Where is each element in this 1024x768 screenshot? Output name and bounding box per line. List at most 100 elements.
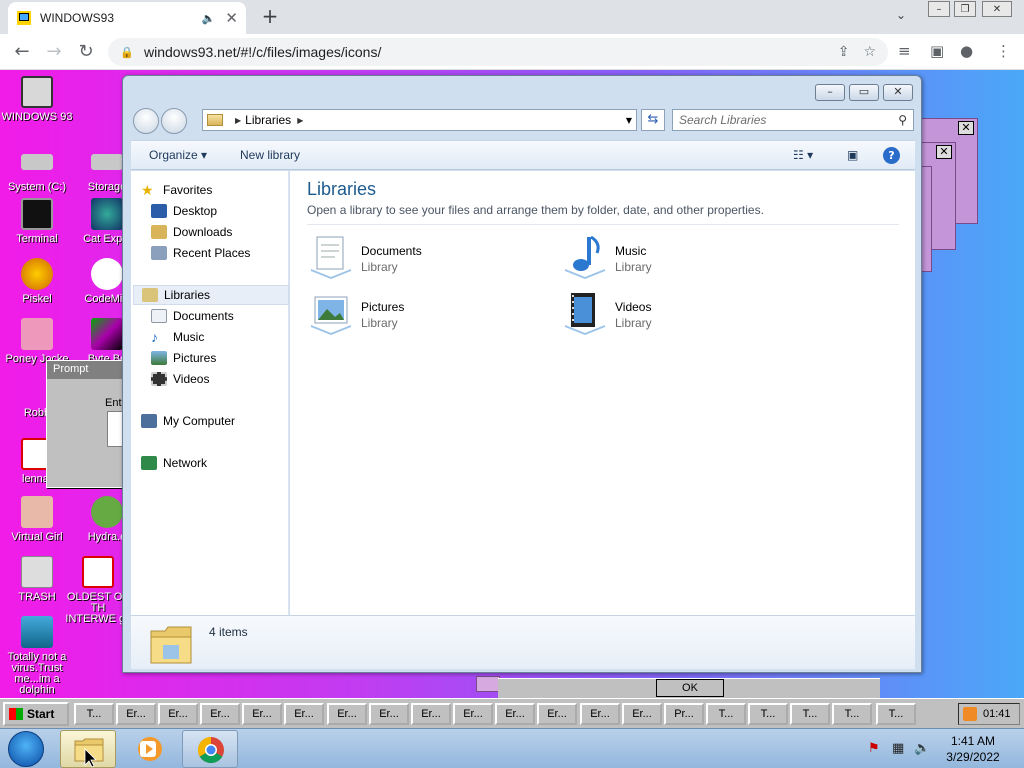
- forward-icon[interactable]: [161, 108, 187, 134]
- palette-icon: [21, 258, 53, 290]
- network-tray-icon[interactable]: ▦: [892, 741, 904, 756]
- share-icon[interactable]: ⇪: [838, 44, 850, 60]
- side-panel-icon[interactable]: ▣: [930, 42, 944, 60]
- nav-music[interactable]: ♪ Music: [151, 327, 307, 347]
- taskbar-window-button[interactable]: Er...: [369, 703, 409, 725]
- taskbar-window-button[interactable]: Er...: [495, 703, 535, 725]
- speaker-icon[interactable]: 🔈: [202, 12, 216, 25]
- preview-pane-icon[interactable]: ▣: [847, 148, 858, 162]
- desktop-icon-trash[interactable]: TRASH: [0, 556, 74, 603]
- new-tab-button[interactable]: +: [258, 5, 282, 29]
- close-icon[interactable]: ✕: [958, 121, 974, 135]
- back-icon[interactable]: [133, 108, 159, 134]
- nav-recent-places[interactable]: Recent Places: [151, 243, 307, 263]
- taskbar-window-button[interactable]: Er...: [284, 703, 324, 725]
- library-item-videos[interactable]: Videos Library: [561, 287, 801, 337]
- reload-icon[interactable]: ↻: [74, 40, 98, 64]
- taskbar-window-button[interactable]: Er...: [622, 703, 662, 725]
- explorer-search-input[interactable]: Search Libraries ⚲: [672, 109, 914, 131]
- breadcrumb-chevron-icon[interactable]: ▶: [235, 116, 241, 125]
- volume-icon[interactable]: 🔈: [914, 741, 930, 756]
- system-clock[interactable]: 1:41 AM 3/29/2022: [940, 733, 1006, 765]
- nav-network[interactable]: Network: [141, 453, 297, 473]
- gif-file-icon: [82, 556, 114, 588]
- breadcrumb-chevron-icon[interactable]: ▶: [297, 116, 303, 125]
- taskbar-window-button[interactable]: Pr...: [664, 703, 704, 725]
- pinned-media-player-button[interactable]: [122, 730, 178, 768]
- nav-downloads[interactable]: Downloads: [151, 222, 307, 242]
- organize-button[interactable]: Organize ▾: [149, 148, 207, 162]
- nav-documents[interactable]: Documents: [151, 306, 307, 326]
- desktop-icon-virtual-girl[interactable]: Virtual Girl: [0, 496, 74, 543]
- url-text[interactable]: windows93.net/#!/c/files/images/icons/: [144, 44, 824, 60]
- maximize-button[interactable]: ▭: [849, 84, 879, 101]
- nav-pictures[interactable]: Pictures: [151, 348, 307, 368]
- tab-title: WINDOWS93: [40, 11, 115, 25]
- minimize-button[interactable]: –: [815, 84, 845, 101]
- desktop-icon-windows93[interactable]: WINDOWS 93: [0, 76, 74, 123]
- lock-icon[interactable]: 🔒: [120, 46, 134, 59]
- taskbar-window-button[interactable]: Er...: [242, 703, 282, 725]
- refresh-button[interactable]: ⇆: [641, 109, 665, 131]
- library-item-documents[interactable]: Documents Library: [307, 231, 547, 281]
- close-icon[interactable]: ✕: [936, 145, 952, 159]
- close-button[interactable]: ✕: [883, 84, 913, 101]
- nav-desktop[interactable]: Desktop: [151, 201, 307, 221]
- tab-search-icon[interactable]: ⌄: [896, 8, 906, 22]
- reading-list-icon[interactable]: ≡: [898, 42, 911, 60]
- search-icon[interactable]: ⚲: [898, 113, 907, 127]
- profile-avatar-icon[interactable]: ●: [960, 42, 973, 60]
- restore-browser-button[interactable]: ❐: [954, 1, 976, 17]
- taskbar-window-button[interactable]: Er...: [537, 703, 577, 725]
- desktop-icon-system-c[interactable]: System (C:): [0, 146, 74, 193]
- taskbar-window-button[interactable]: Er...: [200, 703, 240, 725]
- address-bar[interactable]: 🔒 windows93.net/#!/c/files/images/icons/…: [108, 38, 888, 66]
- library-item-pictures[interactable]: Pictures Library: [307, 287, 547, 337]
- taskbar-window-button[interactable]: Er...: [580, 703, 620, 725]
- pinned-explorer-button[interactable]: [60, 730, 116, 768]
- explorer-address-bar[interactable]: ▶ Libraries ▶ ▼: [202, 109, 637, 131]
- taskbar-window-button[interactable]: Er...: [158, 703, 198, 725]
- action-center-flag-icon[interactable]: ⚑: [868, 741, 880, 756]
- library-item-music[interactable]: Music Library: [561, 231, 801, 281]
- rss-icon[interactable]: [963, 707, 977, 721]
- explorer-titlebar[interactable]: – ▭ ✕: [123, 76, 921, 104]
- taskbar-window-button[interactable]: Er...: [327, 703, 367, 725]
- w93-clock[interactable]: 01:41: [958, 703, 1020, 725]
- taskbar-window-button[interactable]: T...: [876, 703, 916, 725]
- desktop-icon-terminal[interactable]: Terminal: [0, 198, 74, 245]
- taskbar-window-button[interactable]: T...: [832, 703, 872, 725]
- taskbar-window-button[interactable]: Er...: [453, 703, 493, 725]
- ok-button[interactable]: OK: [656, 679, 724, 697]
- view-options-icon[interactable]: ☷ ▾: [793, 148, 813, 162]
- taskbar-window-button[interactable]: Er...: [411, 703, 451, 725]
- desktop-icon-piskel[interactable]: Piskel: [0, 258, 74, 305]
- taskbar-window-button[interactable]: T...: [706, 703, 746, 725]
- breadcrumb-libraries[interactable]: Libraries: [245, 113, 291, 127]
- taskbar-window-button[interactable]: T...: [790, 703, 830, 725]
- prompt-title[interactable]: Prompt: [47, 361, 125, 379]
- menu-kebab-icon[interactable]: ⋮: [996, 42, 1011, 60]
- minimize-browser-button[interactable]: –: [928, 1, 950, 17]
- pinned-chrome-button[interactable]: [182, 730, 238, 768]
- address-dropdown-icon[interactable]: ▼: [626, 116, 632, 125]
- forward-icon[interactable]: →: [42, 40, 66, 64]
- bookmark-star-icon[interactable]: ☆: [863, 44, 876, 60]
- browser-tab[interactable]: WINDOWS93 🔈 ✕: [8, 2, 246, 34]
- nav-videos[interactable]: Videos: [151, 369, 307, 389]
- new-library-button[interactable]: New library: [240, 148, 300, 162]
- close-browser-button[interactable]: ✕: [982, 1, 1012, 17]
- windows-start-orb-icon[interactable]: [8, 731, 44, 767]
- desktop-icon-poney-jocke[interactable]: Poney Jocke: [0, 318, 74, 365]
- taskbar-window-button[interactable]: Er...: [116, 703, 156, 725]
- back-icon[interactable]: ←: [10, 40, 34, 64]
- nav-libraries[interactable]: Libraries: [133, 285, 289, 305]
- nav-my-computer[interactable]: My Computer: [141, 411, 297, 431]
- nav-favorites[interactable]: ★ Favorites: [141, 180, 297, 200]
- help-icon[interactable]: ?: [883, 147, 900, 164]
- taskbar-window-button[interactable]: T...: [74, 703, 114, 725]
- desktop-icon-dolphin[interactable]: Totally not a virus.Trust me...im a dolp…: [0, 616, 74, 696]
- start-button[interactable]: Start: [3, 702, 69, 726]
- taskbar-window-button[interactable]: T...: [748, 703, 788, 725]
- close-tab-icon[interactable]: ✕: [225, 9, 238, 27]
